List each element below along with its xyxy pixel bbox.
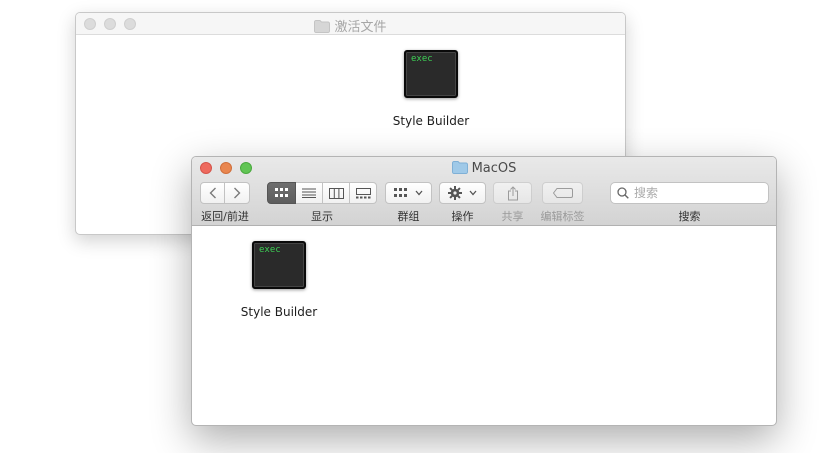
window-title-text: 激活文件 (334, 20, 387, 35)
share-button[interactable] (493, 182, 532, 204)
search-label: 搜索 (678, 210, 701, 223)
search-input[interactable] (634, 186, 744, 200)
column-view-button[interactable] (323, 182, 350, 204)
chevron-down-icon (415, 190, 423, 196)
search-field[interactable] (610, 182, 769, 204)
group-label: 群组 (397, 210, 420, 223)
view-label: 显示 (311, 210, 333, 223)
window-title: 激活文件 (76, 16, 625, 37)
front-finder-window[interactable]: MacOS 返回/前进 显示 群组 操作 共享 编辑标签 搜索 搜索 exec … (191, 156, 777, 426)
exec-badge: exec (411, 54, 433, 64)
nav-label: 返回/前进 (201, 210, 249, 223)
group-button[interactable] (385, 182, 432, 204)
window-title: MacOS (192, 161, 776, 178)
list-icon (302, 188, 316, 198)
file-name-label[interactable]: Style Builder (381, 114, 481, 128)
columns-icon (328, 187, 344, 199)
back-button[interactable] (200, 182, 225, 204)
edit-tags-label: 编辑标签 (540, 210, 585, 223)
gear-icon (448, 186, 462, 200)
chevron-down-icon (469, 190, 477, 196)
view-mode-control[interactable] (267, 182, 377, 204)
share-icon (507, 185, 518, 200)
unix-executable-icon[interactable]: exec (252, 241, 306, 289)
action-label: 操作 (451, 210, 474, 223)
gallery-icon (355, 187, 371, 198)
edit-tags-button[interactable] (542, 182, 583, 204)
back-window-titlebar[interactable]: 激活文件 (76, 13, 625, 35)
chevron-right-icon (234, 187, 241, 199)
group-grid-icon (394, 188, 407, 197)
list-view-button[interactable] (296, 182, 323, 204)
share-label: 共享 (501, 210, 524, 223)
chevron-left-icon (209, 187, 216, 199)
search-icon (617, 187, 629, 199)
unix-executable-icon[interactable]: exec (404, 50, 458, 98)
icon-view-button[interactable] (267, 182, 296, 204)
window-title-text: MacOS (471, 161, 517, 176)
finder-toolbar[interactable]: MacOS 返回/前进 显示 群组 操作 共享 编辑标签 搜索 搜索 (192, 157, 776, 226)
tag-icon (552, 188, 573, 198)
gallery-view-button[interactable] (350, 182, 377, 204)
action-button[interactable] (439, 182, 486, 204)
folder-icon (451, 161, 468, 178)
folder-icon (314, 20, 331, 37)
forward-button[interactable] (225, 182, 250, 204)
file-name-label[interactable]: Style Builder (229, 305, 329, 319)
exec-badge: exec (259, 245, 281, 255)
back-forward-control[interactable] (200, 182, 250, 204)
grid-icon (274, 188, 288, 197)
